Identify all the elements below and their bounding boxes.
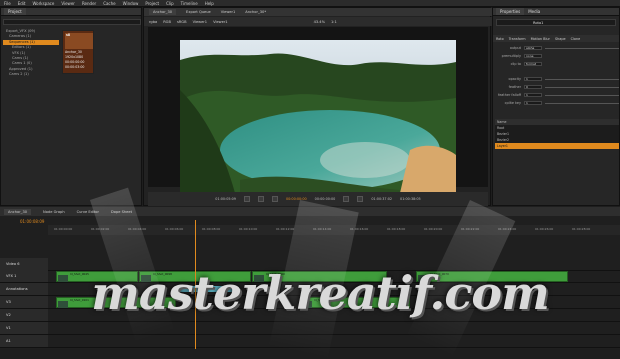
tab-properties[interactable]: Properties xyxy=(496,8,525,15)
proxy-select[interactable]: 1:1 xyxy=(331,20,337,24)
timecode-out: 01:00:38:05 xyxy=(400,197,421,201)
tab-shape[interactable]: Shape xyxy=(555,37,566,41)
tab-clone[interactable]: Clone xyxy=(571,37,581,41)
ruler-tick: 01:00:28:00 xyxy=(572,227,591,231)
tab-sequence[interactable]: Anchor_30 xyxy=(4,208,32,215)
prop-row: cplite key 1 xyxy=(495,100,619,106)
ruler-tick: 01:00:06:00 xyxy=(165,227,184,231)
prop-row: feather 0 xyxy=(495,84,619,90)
lagoon-image xyxy=(180,40,456,193)
menu-viewer[interactable]: Viewer xyxy=(61,1,75,6)
play-icon[interactable] xyxy=(271,196,278,202)
prop-row: opacity 1 xyxy=(495,76,619,82)
viewer-toolbar: rgba RGB sRGB Viewer1 Viewer1 43.4% 1:1 xyxy=(144,17,492,26)
viewer-panel: Anchor_30 Export Queue Viewer1 Anchor_30… xyxy=(143,7,492,206)
prop-row: output alpha xyxy=(495,45,619,51)
thumb-line: 00:00:03:00 xyxy=(65,65,85,69)
menu-help[interactable]: Help xyxy=(205,1,214,6)
opacity-field[interactable]: 1 xyxy=(524,76,542,82)
prop-row: premultiply none xyxy=(495,53,619,59)
node-row-selected[interactable]: Layer1 xyxy=(495,143,619,149)
tab-transform[interactable]: Transform xyxy=(509,37,526,41)
tab-motion-blur[interactable]: Motion Blur xyxy=(531,37,550,41)
falloff-slider[interactable] xyxy=(545,94,619,96)
tab-viewer1[interactable]: Viewer1 xyxy=(221,10,236,14)
project-panel: Project Export_VFX (09) Cameras (1) Sequ… xyxy=(0,7,142,206)
channel-select[interactable]: rgba xyxy=(149,20,157,24)
opacity-slider[interactable] xyxy=(545,78,619,80)
color-select[interactable]: RGB xyxy=(163,20,171,24)
menu-file[interactable]: File xyxy=(4,1,11,6)
menu-timeline[interactable]: Timeline xyxy=(181,1,198,6)
properties-panel: Properties Media Roto1 Roto Transform Mo… xyxy=(492,7,620,206)
watermark-text: masterkreatif.com xyxy=(91,266,550,320)
feather-field[interactable]: 0 xyxy=(524,84,542,90)
tab-roto[interactable]: Roto xyxy=(496,37,504,41)
last-frame-icon[interactable] xyxy=(357,196,364,202)
thumb-line: 00:00:00:00 xyxy=(65,60,85,64)
tab-export-queue[interactable]: Export Queue xyxy=(186,10,211,14)
input-b-select[interactable]: Viewer1 xyxy=(213,20,228,24)
menu-project[interactable]: Project xyxy=(145,1,159,6)
timecode-mid: 01:00:37:02 xyxy=(371,197,393,201)
menu-clip[interactable]: Clip xyxy=(166,1,174,6)
project-search-input[interactable] xyxy=(3,19,141,25)
viewer-canvas[interactable] xyxy=(148,27,488,193)
first-frame-icon[interactable] xyxy=(243,196,250,202)
timecode-in: 01:00:05:09 xyxy=(215,197,236,201)
zoom-select[interactable]: 43.4% xyxy=(314,20,325,24)
clipto-select[interactable]: format xyxy=(524,61,542,67)
menu-cache[interactable]: Cache xyxy=(103,1,115,6)
ruler-tick: 01:00:00:00 xyxy=(54,227,73,231)
tab-anchor-star[interactable]: Anchor_30* xyxy=(245,10,266,14)
menu-window[interactable]: Window xyxy=(123,1,139,6)
timecode-duration: 00:00:00:00 xyxy=(314,197,336,201)
ruler-tick: 01:00:12:00 xyxy=(276,227,295,231)
tab-project[interactable]: Project xyxy=(4,8,26,15)
ruler-tick: 01:00:20:00 xyxy=(424,227,443,231)
menu-workspace[interactable]: Workspace xyxy=(32,1,54,6)
node-name-field[interactable]: Roto1 xyxy=(496,19,616,26)
premultiply-select[interactable]: none xyxy=(524,53,542,59)
timeline-timecode: 01:00:08:09 xyxy=(20,219,45,224)
thumb-line: 1920x1080 xyxy=(65,55,84,59)
tab-node-graph[interactable]: Node Graph xyxy=(43,210,65,214)
menu-bar: File Edit Workspace Viewer Render Cache … xyxy=(0,0,620,7)
thumb-title: s8 xyxy=(66,33,71,37)
tab-anchor[interactable]: Anchor_30 xyxy=(149,9,177,15)
ruler-tick: 01:00:26:00 xyxy=(535,227,554,231)
prop-row: clip to format xyxy=(495,61,619,67)
menu-render[interactable]: Render xyxy=(82,1,96,6)
watermark: masterkreatif.com xyxy=(60,258,580,328)
lut-select[interactable]: sRGB xyxy=(177,20,187,24)
feather-slider[interactable] xyxy=(545,86,619,88)
thumb-line: Anchor_30 xyxy=(65,50,82,54)
input-a-select[interactable]: Viewer1 xyxy=(193,20,208,24)
menu-edit[interactable]: Edit xyxy=(18,1,26,6)
cplite-field[interactable]: 1 xyxy=(524,100,542,106)
project-tree: Export_VFX (09) Cameras (1) Sequences (1… xyxy=(3,29,59,78)
prop-row: feather falloff 1 xyxy=(495,92,619,98)
ruler-tick: 01:00:08:00 xyxy=(202,227,221,231)
prev-frame-icon[interactable] xyxy=(257,196,264,202)
clip-thumbnail[interactable]: s8 Anchor_30 1920x1080 00:00:00:00 00:00… xyxy=(62,30,94,74)
ruler-tick: 01:00:10:00 xyxy=(239,227,258,231)
ruler-tick: 01:00:18:00 xyxy=(387,227,406,231)
next-frame-icon[interactable] xyxy=(343,196,350,202)
tab-media[interactable]: Media xyxy=(528,9,540,14)
node-list: Name Root Bezier1 Bezier2 Layer1 xyxy=(495,119,619,149)
output-select[interactable]: alpha xyxy=(524,45,542,51)
falloff-field[interactable]: 1 xyxy=(524,92,542,98)
tree-item[interactable]: Cams 2 (1) xyxy=(3,72,59,77)
